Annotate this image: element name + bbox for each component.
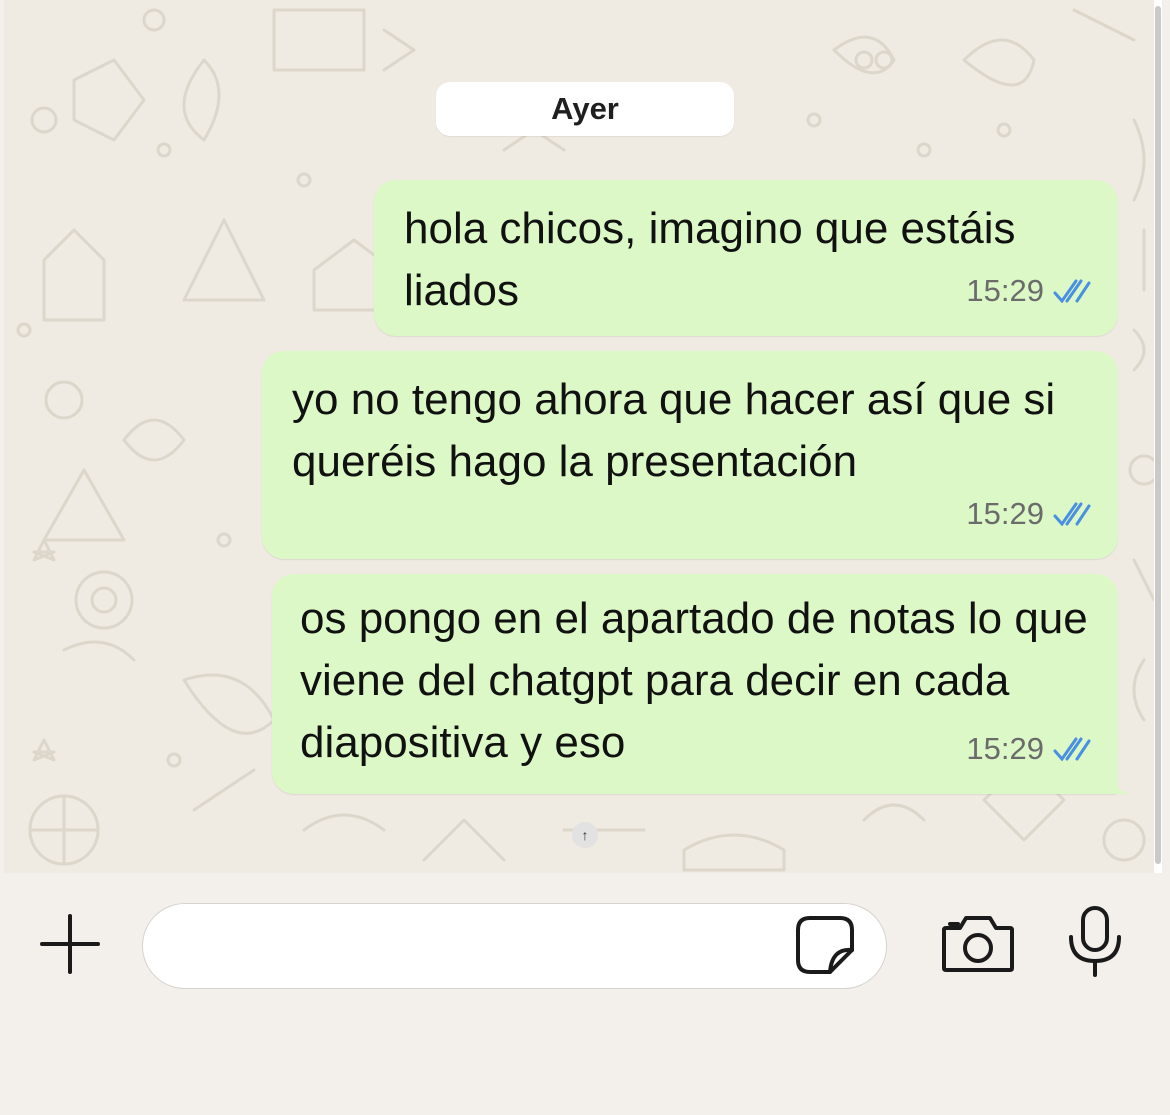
read-ticks-icon [1053, 502, 1091, 526]
message-time: 15:29 [966, 496, 1044, 531]
message-time: 15:29 [966, 273, 1044, 308]
message-text: yo no tengo ahora que hacer así que si q… [292, 375, 1056, 486]
message-bubble[interactable]: hola chicos, imagino que estáis liados 1… [374, 180, 1118, 336]
message-input[interactable] [142, 903, 887, 989]
read-ticks-icon [1053, 279, 1091, 303]
message-bubble[interactable]: os pongo en el apartado de notas lo que … [272, 574, 1132, 794]
bubble-tail-icon [1102, 766, 1132, 794]
camera-icon[interactable] [940, 912, 1016, 976]
read-ticks-icon [1053, 737, 1091, 761]
sticker-icon[interactable] [794, 914, 856, 976]
message-meta: 15:29 [966, 718, 1092, 780]
message-meta: 15:29 [966, 483, 1092, 545]
microphone-icon[interactable] [1066, 905, 1124, 979]
scrollbar[interactable] [1154, 0, 1162, 873]
plus-icon[interactable] [38, 912, 102, 976]
date-separator: Ayer [436, 82, 734, 136]
scrollbar-thumb[interactable] [1155, 6, 1161, 864]
message-meta: 15:29 [966, 260, 1092, 322]
message-bubble[interactable]: yo no tengo ahora que hacer así que si q… [262, 351, 1118, 559]
scroll-up-button[interactable]: ↑ [572, 822, 598, 848]
message-time: 15:29 [966, 731, 1044, 766]
